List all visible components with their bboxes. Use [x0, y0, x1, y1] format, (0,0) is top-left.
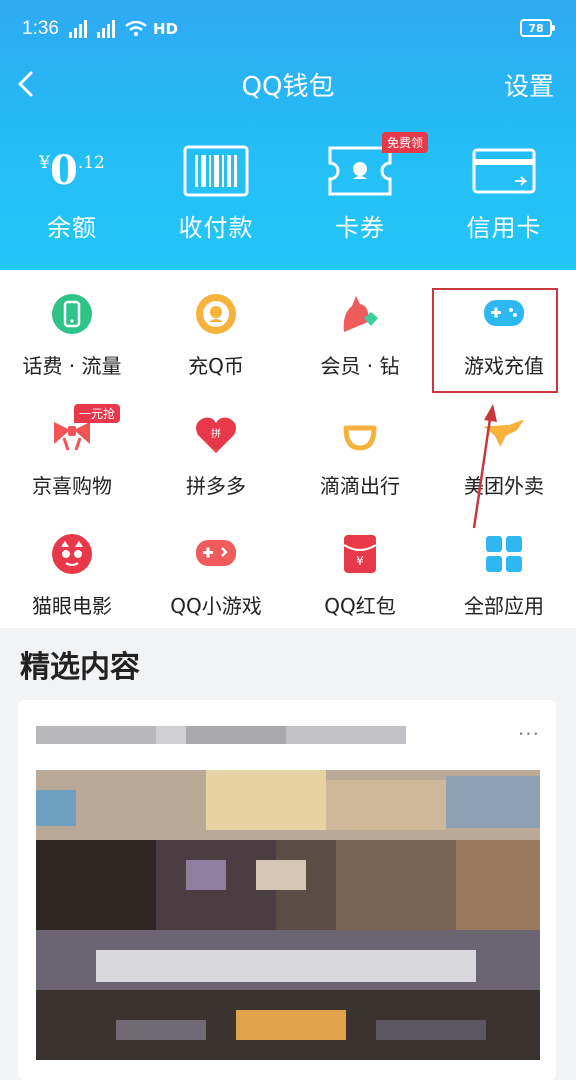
status-time: 1:36 [22, 18, 59, 39]
didi-icon [343, 425, 377, 451]
promo-badge: 一元抢 [74, 404, 121, 423]
grid-item-label: 美团外卖 [464, 474, 544, 498]
quick-actions: ¥ 0 .12 余额 收付款 免费领 卡券 信用卡 [0, 132, 576, 250]
balance-integer: 0 [49, 147, 78, 194]
member-diamond-icon [343, 296, 378, 332]
all-apps-icon [486, 536, 522, 572]
balance-button[interactable]: ¥ 0 .12 余额 [0, 140, 144, 250]
coupons-button[interactable]: 免费领 卡券 [288, 132, 432, 250]
grid-item-label: 猫眼电影 [32, 594, 112, 618]
page-title: QQ钱包 [241, 71, 335, 102]
back-icon[interactable] [10, 66, 46, 102]
battery-icon: 78 [520, 19, 555, 37]
wallet-header: 1:36 HD 78 QQ钱包 设置 ¥ 0 .12 余额 收付款 免费领 卡券… [0, 0, 576, 270]
nav-bar: QQ钱包 设置 [0, 58, 576, 110]
mini-game-icon [196, 540, 236, 566]
grid-item-phone-data[interactable]: 话费 · 流量 [0, 270, 144, 390]
grid-item-qq-red-packet[interactable]: ¥ QQ红包 [288, 510, 432, 630]
credit-card-label: 信用卡 [466, 214, 542, 242]
svg-text:¥: ¥ [356, 554, 364, 568]
wifi-icon [125, 21, 147, 37]
credit-card-icon [472, 148, 536, 194]
status-bar: 1:36 HD 78 [0, 0, 576, 58]
section-title: 精选内容 [20, 650, 140, 685]
signal-icon [68, 20, 87, 38]
balance-amount: ¥ 0 .12 [0, 140, 144, 202]
highlight-box [432, 288, 558, 393]
red-packet-icon: ¥ [343, 535, 377, 573]
qq-coin-icon [196, 294, 236, 334]
balance-currency: ¥ [39, 153, 50, 173]
phone-icon [52, 294, 92, 334]
grid-item-didi[interactable]: 滴滴出行 [288, 390, 432, 510]
grid-item-label: 全部应用 [464, 594, 544, 618]
coupons-label: 卡券 [335, 214, 385, 242]
pinduoduo-icon: 拼 [196, 417, 236, 453]
meituan-icon [483, 419, 525, 447]
grid-item-member[interactable]: 会员 · 钻 [288, 270, 432, 390]
hd-indicator: HD [152, 20, 178, 38]
grid-item-jingxi[interactable]: 一元抢 京喜购物 [0, 390, 144, 510]
grid-item-qq-mini-game[interactable]: QQ小游戏 [144, 510, 288, 630]
video-thumbnail[interactable] [36, 770, 540, 1060]
credit-card-button[interactable]: 信用卡 [432, 140, 576, 250]
balance-decimal: .12 [77, 153, 105, 173]
maoyan-icon [52, 534, 92, 574]
grid-item-qq-coin[interactable]: 充Q币 [144, 270, 288, 390]
grid-item-maoyan[interactable]: 猫眼电影 [0, 510, 144, 630]
grid-item-meituan[interactable]: 美团外卖 [432, 390, 576, 510]
free-claim-badge: 免费领 [381, 132, 428, 153]
pay-receive-label: 收付款 [178, 214, 254, 242]
grid-item-all-apps[interactable]: 全部应用 [432, 510, 576, 630]
grid-item-label: 充Q币 [188, 354, 244, 378]
grid-item-label: QQ红包 [324, 594, 396, 618]
grid-item-label: 会员 · 钻 [320, 354, 400, 378]
grid-item-label: 京喜购物 [32, 474, 112, 498]
grid-item-label: 滴滴出行 [320, 474, 400, 498]
grid-item-label: QQ小游戏 [170, 594, 262, 618]
signal-icon [96, 20, 115, 38]
settings-button[interactable]: 设置 [504, 67, 554, 103]
content-card[interactable]: ··· [18, 700, 556, 1080]
svg-text:拼: 拼 [211, 427, 221, 440]
grid-item-pinduoduo[interactable]: 拼 拼多多 [144, 390, 288, 510]
grid-item-label: 话费 · 流量 [22, 354, 122, 378]
more-options-icon[interactable]: ··· [518, 722, 540, 746]
grid-item-label: 拼多多 [186, 474, 246, 498]
balance-label: 余额 [47, 214, 97, 242]
barcode-icon [183, 145, 249, 197]
pay-receive-button[interactable]: 收付款 [144, 140, 288, 250]
